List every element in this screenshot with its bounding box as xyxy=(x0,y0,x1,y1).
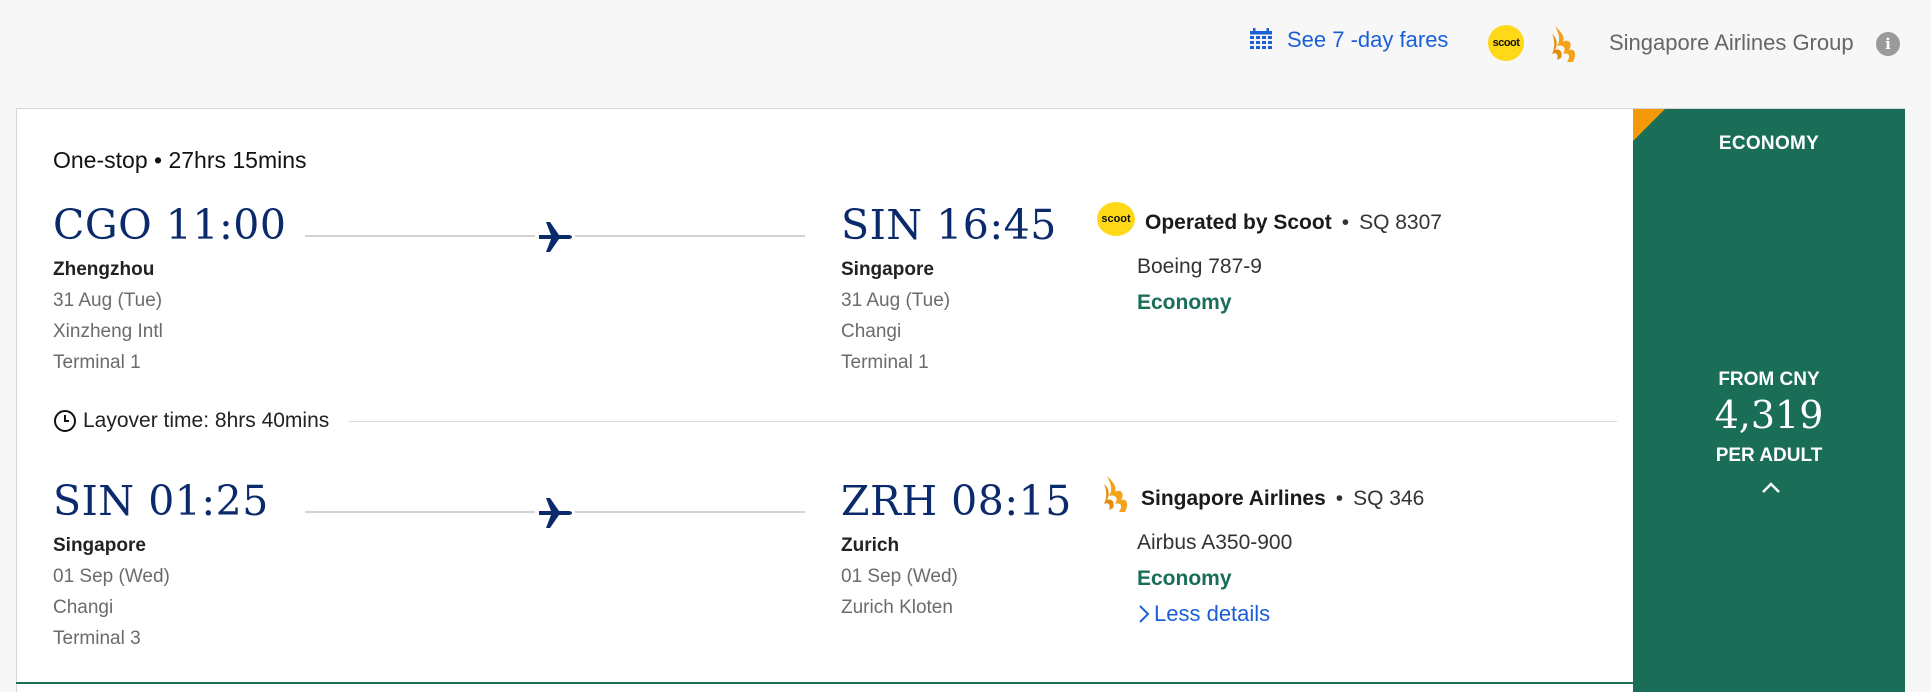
less-details-label[interactable]: Less details xyxy=(1154,601,1270,627)
chevron-right-icon xyxy=(1139,605,1150,623)
airline-group-label: Singapore Airlines Group xyxy=(1609,30,1854,55)
arrival-airport: Changi xyxy=(841,321,902,342)
departure-city: Singapore xyxy=(53,535,146,556)
departure-city: Zhengzhou xyxy=(53,259,155,280)
departure-code-time: CGO 11:00 xyxy=(53,201,287,249)
flight-number: SQ 346 xyxy=(1353,487,1425,510)
fare-price: 4,319 xyxy=(1714,393,1824,437)
fare-panel[interactable]: ECONOMY FROM CNY 4,319 PER ADULT xyxy=(1633,109,1905,692)
arrival-date: 01 Sep (Wed) xyxy=(841,566,958,587)
arrival-terminal: Terminal 1 xyxy=(841,352,929,373)
cabin-class: Economy xyxy=(1137,567,1232,590)
see-7-day-fares-link[interactable]: See 7 -day fares xyxy=(1249,27,1448,53)
carrier-info: scoot Operated by Scoot • SQ 8307 Boeing… xyxy=(1097,201,1442,315)
departure-airport: Changi xyxy=(53,597,114,618)
departure-block: SIN 01:25 Singapore 01 Sep (Wed) Changi … xyxy=(53,477,269,650)
aircraft-type: Airbus A350-900 xyxy=(1137,531,1293,554)
fare-per-label: PER ADULT xyxy=(1715,445,1823,466)
singapore-airlines-logo xyxy=(1552,26,1576,62)
singapore-airlines-logo xyxy=(1104,476,1128,512)
departure-code-time: SIN 01:25 xyxy=(53,477,269,525)
less-details-link[interactable]: Less details xyxy=(1137,601,1424,627)
flight-card: One-stop • 27hrs 15mins CGO 11:00 Zhengz… xyxy=(16,108,1905,692)
layover-time: Layover time: 8hrs 40mins xyxy=(83,409,330,432)
see-7-day-fares-label[interactable]: See 7 -day fares xyxy=(1287,27,1448,53)
arrival-airport: Zurich Kloten xyxy=(841,597,953,618)
layover-row: Layover time: 8hrs 40mins xyxy=(53,409,1617,433)
separator-dot: • xyxy=(1341,211,1350,234)
departure-block: CGO 11:00 Zhengzhou 31 Aug (Tue) Xinzhen… xyxy=(53,201,286,374)
departure-terminal: Terminal 1 xyxy=(53,352,141,373)
arrival-block: SIN 16:45 Singapore 31 Aug (Tue) Changi … xyxy=(841,201,1057,374)
departure-date: 01 Sep (Wed) xyxy=(53,566,170,587)
top-bar: See 7 -day fares scoot Singapore Airline… xyxy=(0,0,1931,108)
operator-name: Operated by Scoot xyxy=(1145,211,1332,234)
divider xyxy=(349,420,1617,422)
clock-icon xyxy=(54,410,76,432)
itinerary-summary: One-stop • 27hrs 15mins xyxy=(53,147,307,173)
arrival-date: 31 Aug (Tue) xyxy=(841,290,951,311)
fare-cabin-class: ECONOMY xyxy=(1718,133,1820,154)
cabin-class: Economy xyxy=(1137,291,1232,314)
aircraft-type: Boeing 787-9 xyxy=(1137,255,1262,278)
separator-dot: • xyxy=(1335,487,1344,510)
calendar-icon xyxy=(1250,28,1272,49)
arrival-code-time: ZRH 08:15 xyxy=(841,477,1072,525)
flight-number: SQ 8307 xyxy=(1359,211,1442,234)
plane-icon xyxy=(535,217,575,257)
departure-terminal: Terminal 3 xyxy=(53,628,141,649)
arrival-block: ZRH 08:15 Zurich 01 Sep (Wed) Zurich Klo… xyxy=(841,477,1072,619)
plane-icon xyxy=(535,493,575,533)
arrival-code-time: SIN 16:45 xyxy=(841,201,1057,249)
arrival-city: Singapore xyxy=(841,259,934,280)
scoot-logo: scoot xyxy=(1488,25,1524,61)
chevron-up-icon[interactable] xyxy=(1759,479,1783,495)
card-bottom-border xyxy=(16,682,1905,684)
scoot-logo: scoot xyxy=(1097,202,1135,236)
arrival-city: Zurich xyxy=(841,535,900,556)
departure-date: 31 Aug (Tue) xyxy=(53,290,163,311)
fare-from-label: FROM CNY xyxy=(1718,369,1820,390)
info-icon[interactable]: i xyxy=(1876,32,1900,56)
operator-name: Singapore Airlines xyxy=(1141,487,1326,510)
departure-airport: Xinzheng Intl xyxy=(53,321,163,342)
carrier-info: Singapore Airlines • SQ 346 Airbus A350-… xyxy=(1097,476,1425,627)
